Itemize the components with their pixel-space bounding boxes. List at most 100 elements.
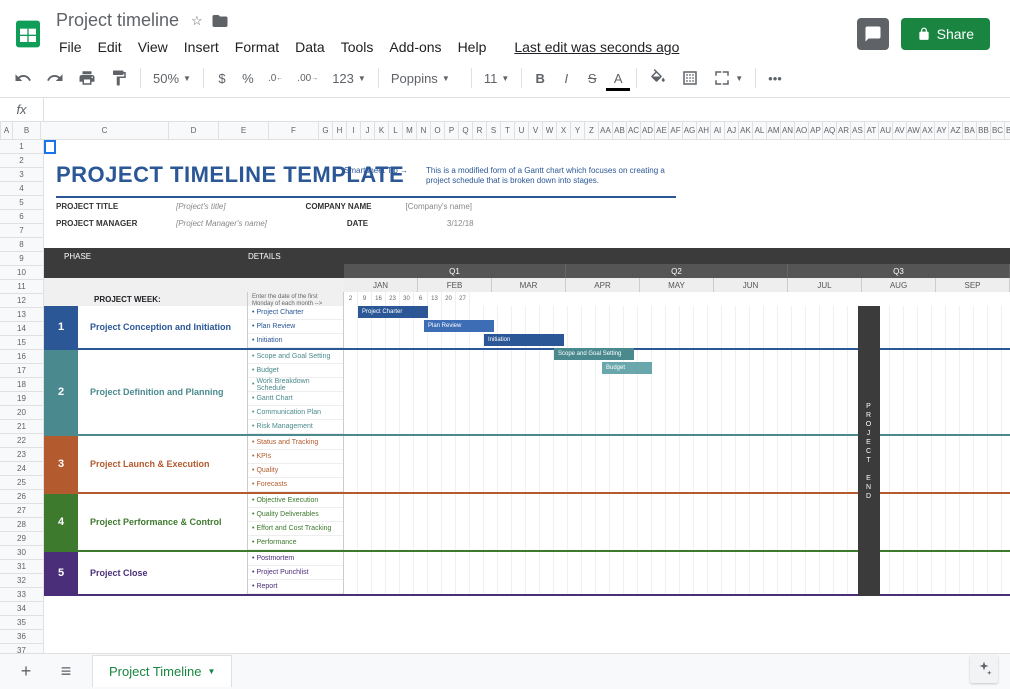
column-header[interactable]: AG xyxy=(683,122,697,139)
project-manager-value[interactable]: [Project Manager's name] xyxy=(176,219,267,228)
row-header[interactable]: 33 xyxy=(0,588,43,602)
row-header[interactable]: 30 xyxy=(0,546,43,560)
column-header[interactable]: AQ xyxy=(823,122,837,139)
sheet-grid[interactable]: PROJECT TIMELINE TEMPLATE Smartsheet Tip… xyxy=(44,140,1010,662)
currency-button[interactable]: $ xyxy=(210,65,234,91)
row-header[interactable]: 1 xyxy=(0,140,43,154)
sheet-tab-active[interactable]: Project Timeline ▼ xyxy=(92,655,232,687)
column-header[interactable]: S xyxy=(487,122,501,139)
row-header[interactable]: 27 xyxy=(0,504,43,518)
menu-file[interactable]: File xyxy=(52,35,89,59)
row-header[interactable]: 36 xyxy=(0,630,43,644)
comments-button[interactable] xyxy=(857,18,889,50)
row-header[interactable]: 2 xyxy=(0,154,43,168)
star-icon[interactable]: ☆ xyxy=(191,13,203,29)
fill-color-button[interactable] xyxy=(643,65,673,91)
column-header[interactable]: AX xyxy=(921,122,935,139)
column-header[interactable]: AN xyxy=(781,122,795,139)
undo-button[interactable] xyxy=(8,65,38,91)
decrease-decimal-button[interactable]: .0← xyxy=(262,65,289,91)
gantt-cells[interactable] xyxy=(344,436,1010,492)
row-header[interactable]: 28 xyxy=(0,518,43,532)
column-header[interactable]: AY xyxy=(935,122,949,139)
menu-edit[interactable]: Edit xyxy=(91,35,129,59)
row-header[interactable]: 9 xyxy=(0,252,43,266)
gantt-cells[interactable] xyxy=(344,552,1010,594)
add-sheet-button[interactable]: + xyxy=(12,658,40,686)
gantt-cells[interactable] xyxy=(344,350,1010,434)
column-header[interactable]: AV xyxy=(893,122,907,139)
column-header[interactable]: Z xyxy=(585,122,599,139)
column-header[interactable]: O xyxy=(431,122,445,139)
row-header[interactable]: 21 xyxy=(0,420,43,434)
column-header[interactable]: Y xyxy=(571,122,585,139)
column-header[interactable]: AP xyxy=(809,122,823,139)
column-header[interactable]: D xyxy=(169,122,219,139)
menu-view[interactable]: View xyxy=(131,35,175,59)
row-header[interactable]: 19 xyxy=(0,392,43,406)
print-button[interactable] xyxy=(72,65,102,91)
menu-tools[interactable]: Tools xyxy=(334,35,381,59)
row-header[interactable]: 26 xyxy=(0,490,43,504)
row-header[interactable]: 15 xyxy=(0,336,43,350)
merge-cells-button[interactable]: ▼ xyxy=(707,65,749,91)
column-header[interactable]: K xyxy=(375,122,389,139)
column-header[interactable]: AT xyxy=(865,122,879,139)
column-header[interactable]: B xyxy=(13,122,41,139)
text-color-button[interactable]: A xyxy=(606,65,630,91)
column-header[interactable]: AJ xyxy=(725,122,739,139)
number-format-dropdown[interactable]: 123▼ xyxy=(326,67,372,90)
row-header[interactable]: 14 xyxy=(0,322,43,336)
column-header[interactable]: F xyxy=(269,122,319,139)
column-header[interactable]: C xyxy=(41,122,169,139)
row-header[interactable]: 11 xyxy=(0,280,43,294)
column-header[interactable]: AH xyxy=(697,122,711,139)
document-title[interactable]: Project timeline xyxy=(52,8,183,33)
row-header[interactable]: 3 xyxy=(0,168,43,182)
row-header[interactable]: 7 xyxy=(0,224,43,238)
sheets-logo[interactable] xyxy=(8,14,48,54)
paint-format-button[interactable] xyxy=(104,65,134,91)
row-header[interactable]: 10 xyxy=(0,266,43,280)
column-header[interactable]: N xyxy=(417,122,431,139)
row-header[interactable]: 16 xyxy=(0,350,43,364)
menu-insert[interactable]: Insert xyxy=(177,35,226,59)
column-header[interactable]: BC xyxy=(991,122,1005,139)
smartsheet-tip-link[interactable]: Smartsheet Tip → xyxy=(344,166,408,175)
column-header[interactable]: AB xyxy=(613,122,627,139)
share-button[interactable]: Share xyxy=(901,18,990,50)
column-header[interactable]: AZ xyxy=(949,122,963,139)
column-header[interactable]: AF xyxy=(669,122,683,139)
gantt-cells[interactable] xyxy=(344,306,1010,348)
gantt-cells[interactable] xyxy=(344,494,1010,550)
row-header[interactable]: 31 xyxy=(0,560,43,574)
row-header[interactable]: 29 xyxy=(0,532,43,546)
column-header[interactable]: P xyxy=(445,122,459,139)
project-title-value[interactable]: [Project's title] xyxy=(176,202,226,211)
bold-button[interactable]: B xyxy=(528,65,552,91)
column-header[interactable]: U xyxy=(515,122,529,139)
row-header[interactable]: 18 xyxy=(0,378,43,392)
strikethrough-button[interactable]: S xyxy=(580,65,604,91)
explore-button[interactable] xyxy=(970,655,998,683)
column-header[interactable]: G xyxy=(319,122,333,139)
last-edit-link[interactable]: Last edit was seconds ago xyxy=(507,35,686,59)
column-header[interactable]: AU xyxy=(879,122,893,139)
column-header[interactable]: AE xyxy=(655,122,669,139)
percent-button[interactable]: % xyxy=(236,65,260,91)
column-header[interactable]: AW xyxy=(907,122,921,139)
more-button[interactable]: ••• xyxy=(762,65,788,91)
redo-button[interactable] xyxy=(40,65,70,91)
increase-decimal-button[interactable]: .00→ xyxy=(291,65,324,91)
row-header[interactable]: 6 xyxy=(0,210,43,224)
column-header[interactable]: AK xyxy=(739,122,753,139)
column-header[interactable]: BD xyxy=(1005,122,1010,139)
row-header[interactable]: 22 xyxy=(0,434,43,448)
column-header[interactable]: AL xyxy=(753,122,767,139)
column-header[interactable]: X xyxy=(557,122,571,139)
font-dropdown[interactable]: Poppins▼ xyxy=(385,67,465,90)
row-header[interactable]: 20 xyxy=(0,406,43,420)
column-header[interactable]: A xyxy=(1,122,13,139)
menu-data[interactable]: Data xyxy=(288,35,332,59)
menu-help[interactable]: Help xyxy=(451,35,494,59)
